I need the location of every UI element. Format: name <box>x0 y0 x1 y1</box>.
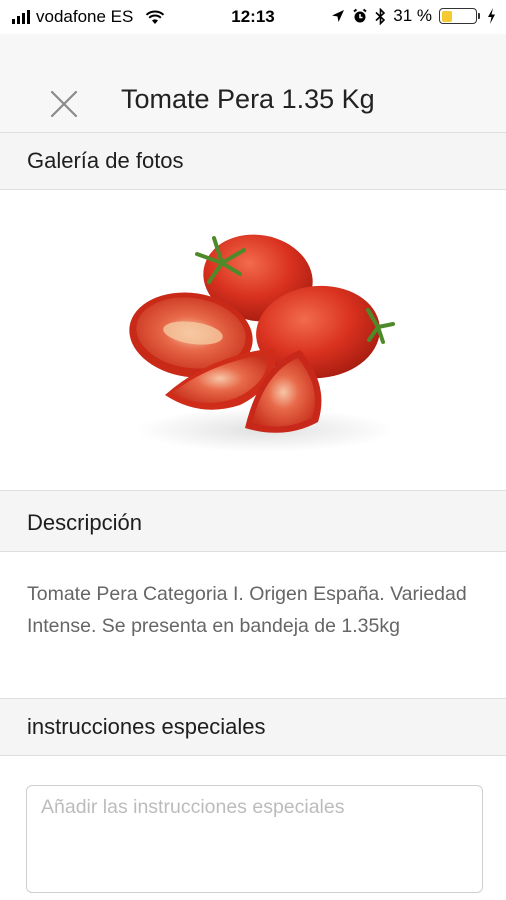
special-instructions-input[interactable] <box>27 786 482 892</box>
header: Tomate Pera 1.35 Kg <box>0 34 506 133</box>
status-right: 31 % <box>331 6 496 26</box>
page-title: Tomate Pera 1.35 Kg <box>121 84 375 114</box>
close-icon <box>50 90 78 118</box>
alarm-icon <box>353 8 367 23</box>
battery-icon <box>439 8 480 24</box>
description-section-header: Descripción <box>0 490 506 552</box>
product-photo[interactable] <box>0 190 506 490</box>
battery-percent: 31 % <box>393 6 432 25</box>
photo-gallery[interactable] <box>0 190 506 490</box>
bluetooth-icon <box>375 7 386 25</box>
close-button[interactable] <box>46 86 82 122</box>
status-bar: vodafone ES 12:13 31 % <box>0 0 506 34</box>
description-section-title: Descripción <box>27 510 142 535</box>
location-arrow-icon <box>332 10 345 22</box>
instructions-box <box>26 785 483 893</box>
gallery-section-title: Galería de fotos <box>27 148 184 173</box>
instructions-section-header: instrucciones especiales <box>0 698 506 756</box>
product-description: Tomate Pera Categoria I. Origen España. … <box>27 583 467 637</box>
instructions-section-title: instrucciones especiales <box>27 714 266 739</box>
charging-bolt-icon <box>488 8 495 24</box>
gallery-section-header: Galería de fotos <box>0 132 506 190</box>
battery-level <box>441 10 452 22</box>
